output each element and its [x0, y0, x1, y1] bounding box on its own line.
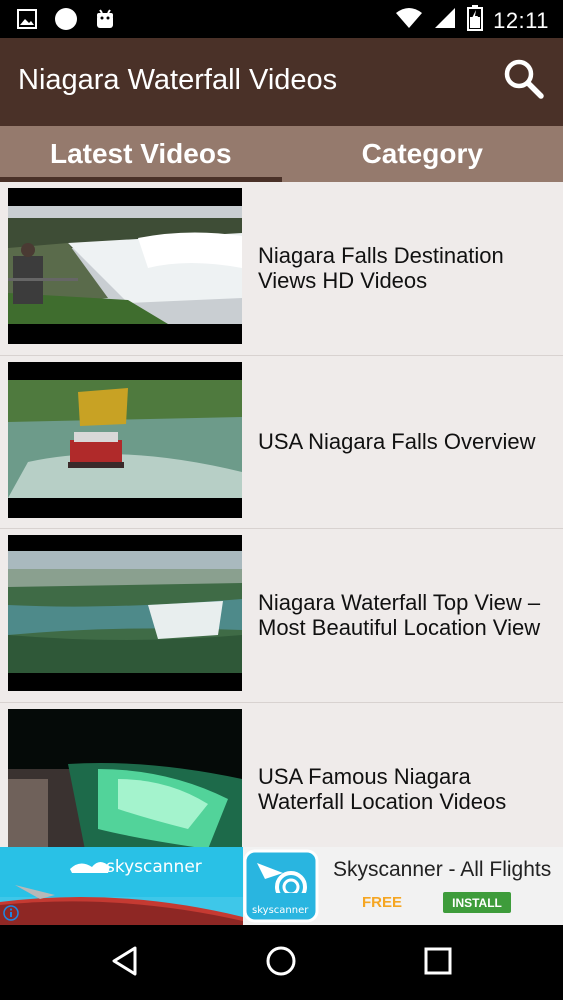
tab-category[interactable]: Category: [282, 126, 563, 182]
ad-banner-image[interactable]: skyscanner: [0, 847, 243, 925]
tab-label: Category: [361, 138, 483, 169]
status-time: 12:11: [493, 7, 549, 33]
video-title: Niagara Waterfall Top View – Most Beauti…: [258, 590, 541, 641]
circle-icon: [54, 7, 78, 36]
ad-banner[interactable]: skyscanner skyscanner Skyscanner - All F…: [0, 847, 563, 925]
video-list-item[interactable]: Niagara Waterfall Top View – Most Beauti…: [0, 529, 563, 703]
install-button[interactable]: INSTALL: [443, 892, 511, 913]
video-list-item[interactable]: USA Niagara Falls Overview: [0, 356, 563, 529]
status-bar: 12:11: [0, 0, 563, 38]
back-button[interactable]: [103, 943, 147, 983]
ad-banner-brand: skyscanner: [106, 857, 202, 877]
navigation-bar: [0, 925, 563, 1000]
app-bar: Niagara Waterfall Videos: [0, 38, 563, 126]
video-thumbnail[interactable]: [8, 535, 242, 691]
video-thumbnail[interactable]: [8, 361, 242, 518]
video-thumbnail[interactable]: [8, 188, 242, 344]
back-icon[interactable]: [110, 945, 140, 982]
ad-icon-brand: skyscanner: [252, 905, 309, 916]
status-left-icons: [16, 7, 116, 36]
home-button[interactable]: [259, 943, 303, 983]
video-list[interactable]: Niagara Falls Destination Views HD Video…: [0, 182, 563, 847]
video-list-item[interactable]: Niagara Falls Destination Views HD Video…: [0, 182, 563, 356]
app-title: Niagara Waterfall Videos: [18, 64, 338, 96]
info-icon[interactable]: [3, 905, 19, 921]
video-list-item[interactable]: USA Famous Niagara Waterfall Location Vi…: [0, 703, 563, 847]
wifi-icon: [395, 6, 423, 35]
battery-icon: [467, 5, 484, 36]
tab-label: Latest Videos: [49, 138, 232, 169]
image-icon: [16, 8, 38, 35]
tab-latest-videos[interactable]: Latest Videos: [0, 126, 282, 182]
tab-bar: Latest Videos Category: [0, 126, 563, 182]
video-thumbnail[interactable]: [8, 708, 242, 847]
status-right-icons: 12:11: [395, 5, 549, 36]
video-title: USA Famous Niagara Waterfall Location Vi…: [258, 763, 507, 814]
search-button[interactable]: [497, 54, 549, 106]
recents-button[interactable]: [416, 943, 460, 983]
ad-app-icon[interactable]: skyscanner: [243, 849, 319, 923]
video-title: Niagara Falls Destination Views HD Video…: [258, 243, 504, 294]
signal-icon: [433, 6, 457, 35]
android-icon: [94, 7, 116, 36]
home-icon[interactable]: [264, 944, 298, 983]
ad-price: FREE: [362, 894, 403, 911]
search-icon[interactable]: [501, 56, 545, 105]
video-title: USA Niagara Falls Overview: [258, 429, 536, 455]
ad-app-name: Skyscanner - All Flights: [333, 858, 552, 881]
recents-icon[interactable]: [423, 946, 453, 981]
